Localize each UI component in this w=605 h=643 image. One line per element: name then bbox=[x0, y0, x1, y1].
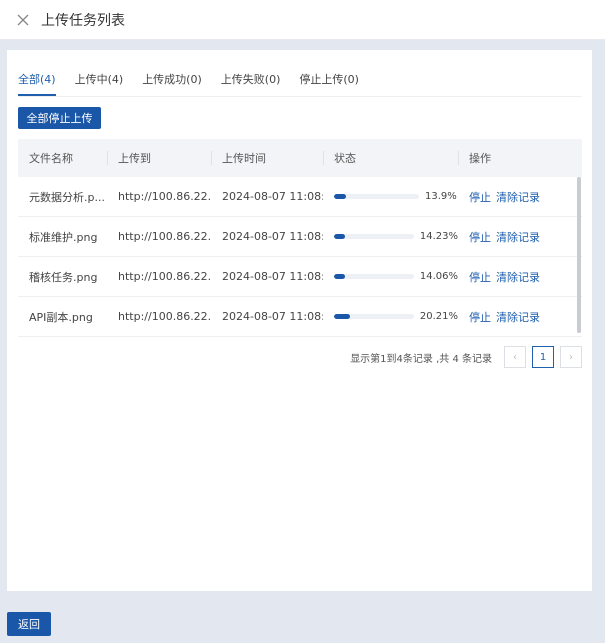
upload-time: 2024-08-07 11:08:... bbox=[222, 270, 323, 283]
progress-bar bbox=[334, 234, 414, 239]
clear-record-link[interactable]: 清除记录 bbox=[496, 191, 540, 204]
scrollbar-thumb[interactable] bbox=[577, 177, 581, 333]
row-actions: 停止 清除记录 bbox=[458, 269, 582, 285]
upload-time: 2024-08-07 11:08:... bbox=[222, 310, 323, 323]
tab-success[interactable]: 上传成功(0) bbox=[142, 70, 202, 95]
dialog-header: 上传任务列表 bbox=[0, 0, 605, 40]
file-name: API副本.png bbox=[29, 310, 93, 324]
progress-percent: 13.9% bbox=[425, 191, 457, 202]
upload-status: 14.23% bbox=[323, 231, 458, 242]
table-header: 文件名称 上传到 上传时间 状态 操作 bbox=[18, 139, 582, 177]
column-header-actions: 操作 bbox=[458, 139, 582, 177]
upload-status: 13.9% bbox=[323, 191, 458, 202]
tab-uploading[interactable]: 上传中(4) bbox=[75, 70, 124, 95]
row-actions: 停止 清除记录 bbox=[458, 309, 582, 325]
stop-all-button[interactable]: 全部停止上传 bbox=[18, 107, 101, 129]
upload-table: 文件名称 上传到 上传时间 状态 操作 元数据分析.p... http://10… bbox=[18, 139, 582, 337]
row-actions: 停止 清除记录 bbox=[458, 189, 582, 205]
upload-target: http://100.86.22... bbox=[118, 270, 211, 283]
upload-panel: 全部(4) 上传中(4) 上传成功(0) 上传失败(0) 停止上传(0) 全部停… bbox=[7, 50, 592, 591]
clear-record-link[interactable]: 清除记录 bbox=[496, 271, 540, 284]
file-name: 稽核任务.png bbox=[29, 270, 98, 284]
progress-percent: 14.23% bbox=[419, 231, 458, 242]
tab-stopped[interactable]: 停止上传(0) bbox=[299, 70, 359, 95]
stop-link[interactable]: 停止 bbox=[469, 231, 491, 244]
clear-record-link[interactable]: 清除记录 bbox=[496, 231, 540, 244]
table-scrollbar[interactable] bbox=[577, 177, 581, 333]
progress-percent: 14.06% bbox=[419, 271, 458, 282]
stop-link[interactable]: 停止 bbox=[469, 271, 491, 284]
upload-target: http://100.86.22... bbox=[118, 310, 211, 323]
upload-target: http://100.86.22... bbox=[118, 190, 211, 203]
column-header-name: 文件名称 bbox=[29, 152, 73, 165]
tab-failed[interactable]: 上传失败(0) bbox=[221, 70, 281, 95]
page-title: 上传任务列表 bbox=[41, 12, 125, 29]
file-name: 标准维护.png bbox=[29, 230, 98, 244]
progress-fill bbox=[334, 274, 346, 279]
upload-time: 2024-08-07 11:08:... bbox=[222, 230, 323, 243]
progress-fill bbox=[334, 314, 351, 319]
pagination: 显示第1到4条记录 ,共 4 条记录 ‹ 1 › bbox=[18, 345, 582, 369]
file-name: 元数据分析.p... bbox=[29, 190, 105, 204]
table-row: 稽核任务.png http://100.86.22... 2024-08-07 … bbox=[18, 257, 582, 297]
chevron-right-icon: › bbox=[569, 351, 573, 363]
clear-record-link[interactable]: 清除记录 bbox=[496, 311, 540, 324]
progress-bar bbox=[334, 194, 419, 199]
upload-status: 20.21% bbox=[323, 311, 458, 322]
column-header-time: 上传时间 bbox=[211, 139, 323, 177]
upload-status: 14.06% bbox=[323, 271, 458, 282]
pagination-info: 显示第1到4条记录 ,共 4 条记录 bbox=[350, 353, 492, 365]
upload-target: http://100.86.22... bbox=[118, 230, 211, 243]
close-icon[interactable] bbox=[15, 12, 31, 28]
table-row: API副本.png http://100.86.22... 2024-08-07… bbox=[18, 297, 582, 337]
stop-link[interactable]: 停止 bbox=[469, 191, 491, 204]
row-actions: 停止 清除记录 bbox=[458, 229, 582, 245]
tab-all[interactable]: 全部(4) bbox=[18, 70, 56, 96]
prev-page-button[interactable]: ‹ bbox=[504, 346, 526, 368]
tab-bar: 全部(4) 上传中(4) 上传成功(0) 上传失败(0) 停止上传(0) bbox=[18, 70, 581, 97]
back-button[interactable]: 返回 bbox=[7, 612, 51, 636]
column-header-target: 上传到 bbox=[107, 139, 211, 177]
table-row: 元数据分析.p... http://100.86.22... 2024-08-0… bbox=[18, 177, 582, 217]
column-header-status: 状态 bbox=[323, 139, 458, 177]
progress-percent: 20.21% bbox=[419, 311, 458, 322]
next-page-button[interactable]: › bbox=[560, 346, 582, 368]
upload-time: 2024-08-07 11:08:... bbox=[222, 190, 323, 203]
table-row: 标准维护.png http://100.86.22... 2024-08-07 … bbox=[18, 217, 582, 257]
progress-fill bbox=[334, 234, 346, 239]
page-1-button[interactable]: 1 bbox=[532, 346, 554, 368]
progress-bar bbox=[334, 274, 414, 279]
progress-fill bbox=[334, 194, 346, 199]
stop-link[interactable]: 停止 bbox=[469, 311, 491, 324]
chevron-left-icon: ‹ bbox=[513, 351, 517, 363]
progress-bar bbox=[334, 314, 414, 319]
